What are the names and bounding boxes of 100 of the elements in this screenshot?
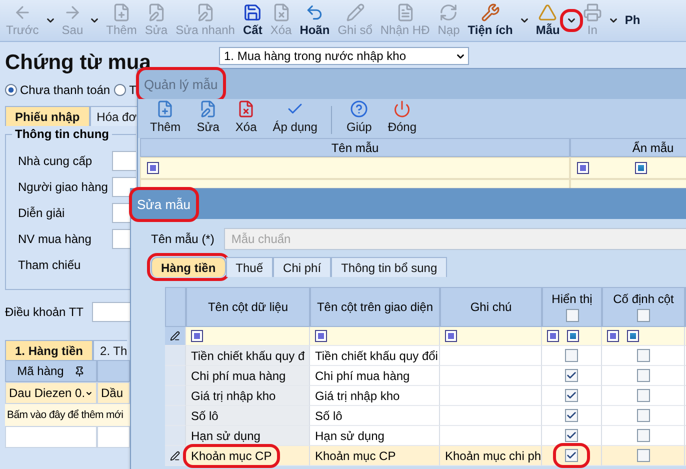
form-tab[interactable]: Hóa đơ — [90, 106, 137, 126]
filter-cell[interactable] — [602, 327, 685, 346]
column-header[interactable]: Cố định cột — [602, 287, 685, 327]
toolbar-button[interactable]: Ph — [620, 10, 644, 30]
table-cell[interactable] — [440, 426, 542, 446]
table-cell[interactable]: Dầu — [97, 382, 130, 404]
column-header[interactable]: Mã hàng — [5, 360, 97, 382]
save-icon — [243, 2, 262, 22]
action-button[interactable]: Giúp — [340, 100, 378, 134]
filter-cell[interactable] — [440, 327, 542, 346]
table-cell[interactable]: Số lô — [310, 406, 440, 426]
table-cell[interactable]: Giá trị nhập kho — [310, 386, 440, 406]
checkbox[interactable] — [636, 369, 650, 382]
filter-icon[interactable] — [445, 330, 457, 342]
column-header[interactable]: Hiển thị — [542, 287, 602, 327]
power-icon — [393, 100, 412, 118]
checkbox[interactable] — [566, 309, 578, 322]
column-header[interactable]: Ghi chú — [440, 287, 542, 327]
checkbox[interactable] — [636, 409, 650, 422]
table-cell[interactable]: Dau Diezen 0. — [5, 382, 97, 404]
checkbox[interactable] — [565, 349, 578, 362]
payment-radio[interactable]: Chưa thanh toán — [5, 83, 110, 97]
filter-cell[interactable] — [310, 327, 440, 346]
input-field[interactable] — [112, 151, 136, 171]
file-delete-icon — [237, 100, 256, 118]
action-button[interactable]: Đóng — [382, 100, 423, 134]
filter-icon[interactable] — [577, 162, 589, 174]
field-label: Diễn giải — [18, 206, 65, 220]
undo-icon — [305, 2, 324, 22]
table-cell[interactable]: Khoản mục CP — [310, 446, 440, 466]
field-label: Tên mẫu (*) — [151, 232, 214, 246]
action-button[interactable]: Xóa — [229, 100, 263, 134]
checkbox[interactable] — [565, 409, 578, 422]
table-cell[interactable] — [440, 386, 542, 406]
refresh-icon — [439, 2, 458, 22]
editor-tab[interactable]: Thuế — [226, 257, 274, 277]
checkbox[interactable] — [636, 429, 650, 442]
toolbar-button[interactable]: Hoãn — [296, 0, 334, 40]
file-delete-icon — [272, 2, 290, 22]
field-label: Người giao hàng — [18, 180, 108, 194]
checkbox[interactable] — [636, 389, 650, 402]
input-field[interactable] — [112, 177, 136, 197]
table-cell-text: Tiền chiết khấu quy đ — [190, 348, 306, 364]
table-cell[interactable] — [440, 366, 542, 386]
file-edit-icon — [146, 2, 166, 22]
table-cell — [97, 426, 130, 448]
filter-icon[interactable] — [191, 330, 203, 342]
file-plus-icon — [156, 100, 174, 118]
row-indicator[interactable] — [165, 446, 186, 466]
filter-icon[interactable] — [147, 162, 159, 174]
voucher-type-combo[interactable]: 1. Mua hàng trong nước nhập kho — [219, 47, 469, 65]
editor-tab[interactable]: Chi phí — [273, 257, 332, 277]
file-edit-icon — [199, 100, 218, 118]
filter-row-icon — [170, 330, 180, 342]
table-cell-text: Chi phí mua hàng — [190, 368, 287, 384]
table-cell[interactable]: Hạn sử dụng — [310, 426, 440, 446]
table-cell[interactable] — [440, 406, 542, 426]
payment-radio[interactable]: T — [114, 83, 136, 97]
column-header[interactable]: Tên cột dữ liệu — [186, 287, 310, 327]
checkbox[interactable] — [636, 449, 650, 462]
detail-tab[interactable]: 2. Th — [93, 340, 128, 360]
detail-tab[interactable]: 1. Hàng tiền — [5, 340, 94, 360]
printer-icon — [582, 2, 602, 22]
table-cell[interactable] — [440, 346, 542, 366]
filter-cell[interactable] — [186, 327, 310, 346]
action-button[interactable]: Thêm — [144, 100, 187, 134]
editor-tab[interactable]: Thông tin bổ sung — [331, 257, 448, 277]
checkbox[interactable] — [637, 309, 650, 322]
checkbox[interactable] — [565, 369, 578, 382]
filter-checkbox-icon[interactable] — [627, 330, 639, 342]
checkbox[interactable] — [565, 449, 578, 462]
toolbar-button[interactable]: Cất — [238, 0, 266, 40]
filter-checkbox-icon[interactable] — [567, 330, 579, 342]
toolbar-button[interactable]: Mẫu — [532, 0, 564, 40]
checkbox[interactable] — [636, 349, 650, 362]
filter-icon[interactable] — [547, 330, 559, 342]
column-header[interactable]: Ẩn mẫu — [570, 138, 686, 157]
filter-icon[interactable] — [607, 330, 619, 342]
field-label: Điều khoản TT — [5, 305, 84, 319]
filter-icon[interactable] — [315, 330, 327, 342]
filter-cell[interactable] — [542, 327, 602, 346]
action-button[interactable]: Áp dụng — [266, 100, 324, 134]
pin-icon[interactable] — [74, 366, 85, 376]
table-cell[interactable]: Tiền chiết khấu quy đổi — [310, 346, 440, 366]
column-header[interactable]: Tên cột trên giao diện — [310, 287, 440, 327]
filter-checkbox-icon[interactable] — [635, 162, 647, 174]
table-cell[interactable]: Chi phí mua hàng — [310, 366, 440, 386]
toolbar-button[interactable]: Tiện ích — [464, 0, 517, 40]
checkbox[interactable] — [565, 429, 578, 442]
new-row-hint[interactable]: Bấm vào đây để thêm mới — [5, 404, 130, 426]
column-header[interactable]: Tên mẫu — [140, 138, 570, 157]
checkbox[interactable] — [565, 389, 578, 402]
group-title: Thông tin chung — [12, 127, 112, 141]
table-cell-text: Hạn sử dụng — [190, 428, 262, 444]
file-plus-icon — [112, 2, 131, 22]
action-button[interactable]: Sửa — [190, 100, 226, 134]
table-cell[interactable]: Khoản mục chi ph — [440, 446, 542, 466]
filter-cell[interactable] — [140, 157, 570, 179]
form-tab[interactable]: Phiếu nhập — [5, 106, 90, 126]
wrench-icon — [480, 2, 500, 22]
